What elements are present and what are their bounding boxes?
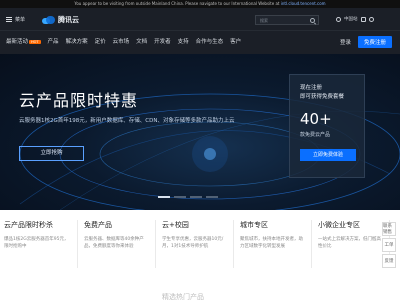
search-input[interactable]: 搜索 xyxy=(255,15,319,25)
card-desc: 一站式上云解决方案，低门槛高性价比 xyxy=(318,237,381,249)
hero-title: 云产品限时特惠 xyxy=(19,91,139,110)
account-actions: 登录 免费注册 xyxy=(340,36,392,48)
promo-line-3: 款免费云产品 xyxy=(300,132,331,138)
card-desc: 聚焦城市，扶持本地开发者，助力区域数字化转型发展 xyxy=(240,237,303,249)
promo-line-1: 现在注册 xyxy=(300,85,323,91)
card-desc: 学生专享优惠，云服务器10元/月，1对1技术导师护航 xyxy=(162,237,224,249)
contact-sales-button[interactable]: 联系销售 xyxy=(382,222,396,236)
hamburger-icon xyxy=(6,17,12,22)
carousel-dot[interactable] xyxy=(206,196,218,198)
nav-item-pricing[interactable]: 定价 xyxy=(95,37,106,45)
card-free-products[interactable]: 免费产品 云服务器、数据库等40余种产品，免费额度等你来体验 xyxy=(78,220,156,268)
notice-text: You appear to be visiting from outside M… xyxy=(74,1,281,6)
card-campus[interactable]: 云+校园 学生专享优惠，云服务器10元/月，1对1技术导师护航 xyxy=(156,220,234,268)
card-small-business[interactable]: 小微企业专区 一站式上云解决方案，低门槛高性价比 xyxy=(312,220,390,268)
ticket-button[interactable]: 工单 xyxy=(382,238,396,252)
menu-button[interactable]: 菜单 xyxy=(6,15,25,24)
globe-icon xyxy=(336,16,341,22)
search-icon[interactable] xyxy=(310,18,315,23)
nav-item-partners[interactable]: 合作与生态 xyxy=(196,37,224,45)
logo[interactable]: 腾讯云 xyxy=(42,13,79,26)
carousel-dot[interactable] xyxy=(190,196,202,198)
region-label: 中国站 xyxy=(344,17,358,22)
nav-item-latest-activities[interactable]: 最新活动 HOT xyxy=(6,37,41,45)
card-flash-sale[interactable]: 云产品限时秒杀 爆品1核2G云服务器首年95元，限时抢购中 xyxy=(0,220,78,268)
signup-promo-card: 现在注册 即可获得免费套餐 40+ 款免费云产品 立即免费体验 xyxy=(289,74,365,178)
international-notice-bar: You appear to be visiting from outside M… xyxy=(0,0,400,8)
card-title: 城市专区 xyxy=(240,221,268,229)
message-icon[interactable] xyxy=(360,16,366,22)
card-title: 云产品限时秒杀 xyxy=(4,221,53,229)
card-desc: 云服务器、数据库等40余种产品，免费额度等你来体验 xyxy=(84,237,144,249)
nav-item-customers[interactable]: 客户 xyxy=(230,37,241,45)
header-top: 菜单 腾讯云 搜索 中国站 xyxy=(0,8,400,31)
promo-count: 40+ xyxy=(300,110,332,128)
international-site-link[interactable]: intl.cloud.tencent.com xyxy=(281,1,326,6)
hero-cta-button[interactable]: 立即抢购 xyxy=(19,146,84,161)
promo-line-2: 即可获得免费套餐 xyxy=(300,94,345,100)
nav-item-solutions[interactable]: 解决方案 xyxy=(66,37,88,45)
promo-free-trial-button[interactable]: 立即免费体验 xyxy=(300,149,356,161)
card-title: 云+校园 xyxy=(162,221,189,229)
nav-item-developers[interactable]: 开发者 xyxy=(154,37,171,45)
section-heading-peek: 精选热门产品 xyxy=(162,293,204,300)
user-icon[interactable] xyxy=(368,16,374,22)
logo-text: 腾讯云 xyxy=(58,15,79,24)
signup-button[interactable]: 免费注册 xyxy=(357,36,392,48)
nav-item-docs[interactable]: 文档 xyxy=(136,37,147,45)
nav-item-support[interactable]: 支持 xyxy=(178,37,189,45)
carousel-indicators xyxy=(158,196,218,198)
cloud-logo-icon xyxy=(42,15,55,24)
card-title: 小微企业专区 xyxy=(318,221,360,229)
menu-label: 菜单 xyxy=(15,17,26,23)
carousel-dot[interactable] xyxy=(158,196,170,198)
carousel-dot[interactable] xyxy=(174,196,186,198)
nav-list: 最新活动 HOT 产品 解决方案 定价 云市场 文档 开发者 支持 合作与生态 客… xyxy=(6,37,241,45)
nav-item-marketplace[interactable]: 云市场 xyxy=(113,37,130,45)
card-title: 免费产品 xyxy=(84,221,112,229)
feedback-button[interactable]: 反馈 xyxy=(382,254,396,268)
search-placeholder: 搜索 xyxy=(260,18,268,23)
hero-subtitle: 云服务器1核2G首年198元，新用户数据库、存储、CDN、对象存储等多款产品助力… xyxy=(19,118,235,124)
login-link[interactable]: 登录 xyxy=(340,38,351,46)
card-desc: 爆品1核2G云服务器首年95元，限时抢购中 xyxy=(4,237,69,249)
nav-item-products[interactable]: 产品 xyxy=(48,37,59,45)
floating-toolbar: 联系销售 工单 反馈 xyxy=(382,222,396,268)
feature-cards: 云产品限时秒杀 爆品1核2G云服务器首年95元，限时抢购中 免费产品 云服务器、… xyxy=(0,220,400,268)
main-nav: 最新活动 HOT 产品 解决方案 定价 云市场 文档 开发者 支持 合作与生态 客… xyxy=(0,31,400,54)
card-city-zone[interactable]: 城市专区 聚焦城市，扶持本地开发者，助力区域数字化转型发展 xyxy=(234,220,312,268)
hot-badge: HOT xyxy=(29,40,41,44)
region-switcher[interactable]: 中国站 xyxy=(336,16,374,22)
